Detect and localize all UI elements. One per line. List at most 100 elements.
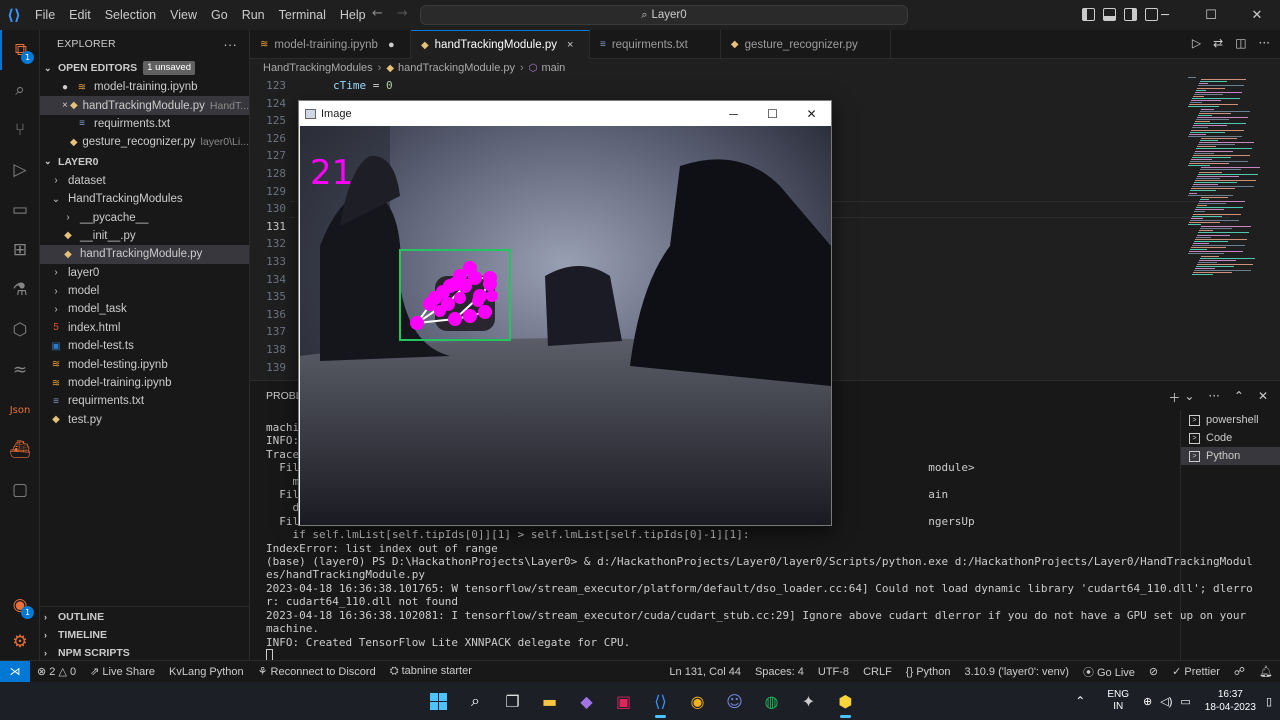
- open-editors-section[interactable]: ⌄ OPEN EDITORS 1 unsaved: [40, 58, 249, 78]
- tab-requirments-txt[interactable]: ≡ requirments.txt: [590, 30, 721, 59]
- cursor-position[interactable]: Ln 131, Col 44: [662, 666, 748, 678]
- network-icon[interactable]: ⊕: [1143, 695, 1152, 708]
- reader-app-icon[interactable]: ▣: [605, 682, 642, 720]
- json-icon[interactable]: Json: [0, 390, 40, 430]
- toggle-secondary-sidebar-icon[interactable]: [1124, 8, 1137, 21]
- more-actions-icon[interactable]: ···: [223, 37, 237, 52]
- settings-gear-icon[interactable]: ⚙: [0, 622, 40, 662]
- search-icon[interactable]: ⌕: [0, 70, 40, 110]
- tab-model-training-ipynb[interactable]: ≋ model-training.ipynb ●: [250, 30, 411, 59]
- tree-file[interactable]: 5 index.html: [40, 319, 249, 337]
- breadcrumb-file[interactable]: handTrackingModule.py: [398, 62, 515, 74]
- tree-file[interactable]: ▣ model-test.ts: [40, 337, 249, 355]
- notifications-bell-icon[interactable]: 🔔︎: [1252, 665, 1280, 678]
- tray-overflow-icon[interactable]: ⌃: [1075, 694, 1085, 708]
- end-of-line[interactable]: CRLF: [856, 666, 899, 678]
- toggle-panel-icon[interactable]: [1103, 8, 1116, 21]
- tree-folder[interactable]: › model: [40, 282, 249, 300]
- menu-terminal[interactable]: Terminal: [272, 8, 333, 22]
- comments-icon[interactable]: ▢: [0, 470, 40, 510]
- open-editor-item[interactable]: × ◆ handTrackingModule.py HandT...: [40, 96, 249, 115]
- notification-center-icon[interactable]: ▯: [1266, 695, 1272, 708]
- timeline-section[interactable]: › TIMELINE: [40, 625, 249, 645]
- terminal-instance[interactable]: > Code: [1181, 429, 1280, 447]
- tree-folder[interactable]: ⌄ HandTrackingModules: [40, 190, 249, 208]
- image-window-titlebar[interactable]: Image ─ ☐ ✕: [299, 101, 831, 126]
- close-tab-icon[interactable]: ×: [567, 39, 579, 51]
- open-editor-item[interactable]: ≡ requirments.txt: [40, 115, 249, 133]
- indentation[interactable]: Spaces: 4: [748, 666, 811, 678]
- copilot-off-icon[interactable]: ⊘: [1142, 665, 1165, 678]
- close-icon[interactable]: ✕: [1234, 0, 1280, 30]
- menu-edit[interactable]: Edit: [62, 8, 98, 22]
- feedback-icon[interactable]: ☍: [1227, 665, 1252, 678]
- maximize-icon[interactable]: ☐: [753, 101, 792, 126]
- run-python-icon[interactable]: ▷: [1192, 36, 1201, 50]
- split-editor-icon[interactable]: ◫: [1235, 36, 1246, 50]
- menu-view[interactable]: View: [163, 8, 204, 22]
- close-panel-icon[interactable]: ✕: [1258, 389, 1268, 406]
- command-center-search[interactable]: ⌕ Layer0: [420, 5, 908, 25]
- tree-file[interactable]: ≡ requirments.txt: [40, 392, 249, 410]
- remote-explorer-icon[interactable]: ▭: [0, 190, 40, 230]
- tree-folder[interactable]: › model_task: [40, 300, 249, 318]
- taskbar-search-icon[interactable]: ⌕: [457, 682, 494, 720]
- windows-start-icon[interactable]: [420, 682, 457, 720]
- tree-file[interactable]: ◆ test.py: [40, 411, 249, 429]
- discord-button[interactable]: ⚘ Reconnect to Discord: [251, 665, 383, 678]
- back-arrow-icon[interactable]: ←: [372, 6, 383, 21]
- battery-icon[interactable]: ▭: [1180, 695, 1190, 708]
- menu-file[interactable]: File: [28, 8, 62, 22]
- minimize-icon[interactable]: ─: [1142, 0, 1188, 30]
- breadcrumb-symbol[interactable]: main: [541, 62, 565, 74]
- minimap[interactable]: [1188, 77, 1270, 377]
- chevron-down-icon[interactable]: ⌄: [1184, 389, 1194, 406]
- run-debug-icon[interactable]: ▷: [0, 150, 40, 190]
- testing-icon[interactable]: ⚗: [0, 270, 40, 310]
- open-editor-item[interactable]: ◆ gesture_recognizer.py layer0\Li...: [40, 133, 249, 151]
- tab-gesture-recognizer-py[interactable]: ◆ gesture_recognizer.py: [721, 30, 891, 59]
- discord-taskbar-icon[interactable]: ☺: [716, 682, 753, 720]
- go-live-button[interactable]: ⦿ Go Live: [1076, 664, 1142, 680]
- game-app-icon[interactable]: ✦: [790, 682, 827, 720]
- extensions-icon[interactable]: ⊞: [0, 230, 40, 270]
- problems-indicator[interactable]: ⊗ 2 △ 0: [30, 665, 83, 678]
- more-actions-icon[interactable]: ···: [1208, 389, 1219, 406]
- python-interpreter[interactable]: 3.10.9 ('layer0': venv): [957, 666, 1075, 678]
- terminal-instance[interactable]: > Python: [1181, 447, 1280, 465]
- breadcrumb-folder[interactable]: HandTrackingModules: [263, 62, 373, 74]
- editor-scrollbar[interactable]: [1270, 77, 1280, 380]
- menu-help[interactable]: Help: [333, 8, 373, 22]
- prettier-button[interactable]: ✓ Prettier: [1165, 665, 1227, 678]
- language-indicator[interactable]: ENG IN: [1107, 689, 1129, 713]
- task-view-icon[interactable]: ❐: [494, 682, 531, 720]
- tabnine-button[interactable]: ⛭ tabnine starter: [383, 665, 479, 678]
- open-editor-item[interactable]: ● ≋ model-training.ipynb: [40, 78, 249, 96]
- outline-section[interactable]: › OUTLINE: [40, 607, 249, 627]
- encoding[interactable]: UTF-8: [811, 666, 856, 678]
- file-explorer-icon[interactable]: ▬: [531, 682, 568, 720]
- unsaved-dot-icon[interactable]: ●: [62, 82, 74, 93]
- docker-icon[interactable]: ⛴: [0, 430, 40, 470]
- spotify-icon[interactable]: ◍: [753, 682, 790, 720]
- tree-file[interactable]: ◆ __init__.py: [40, 227, 249, 245]
- close-icon[interactable]: ✕: [792, 101, 831, 126]
- chrome-icon[interactable]: ◉: [679, 682, 716, 720]
- tree-folder[interactable]: › layer0: [40, 264, 249, 282]
- kvlang-button[interactable]: KvLang Python: [162, 666, 251, 678]
- remote-icon[interactable]: ⋊: [0, 660, 30, 683]
- tree-file[interactable]: ≋ model-training.ipynb: [40, 374, 249, 392]
- terminal-instance[interactable]: > powershell: [1181, 411, 1280, 429]
- toggle-sidebar-icon[interactable]: [1082, 8, 1095, 21]
- tree-file[interactable]: ◆ handTrackingModule.py: [40, 245, 249, 264]
- ocean-icon[interactable]: ≈: [0, 350, 40, 390]
- forward-arrow-icon[interactable]: →: [397, 6, 408, 21]
- clock[interactable]: 16:37 18-04-2023: [1205, 688, 1256, 714]
- unsaved-dot-icon[interactable]: ●: [388, 39, 400, 51]
- menu-selection[interactable]: Selection: [98, 8, 163, 22]
- project-section[interactable]: ⌄ LAYER0: [40, 152, 249, 172]
- tree-file[interactable]: ≋ model-testing.ipynb: [40, 355, 249, 373]
- source-control-icon[interactable]: ⑂: [0, 110, 40, 150]
- more-actions-icon[interactable]: ···: [1259, 36, 1270, 50]
- maximize-icon[interactable]: ☐: [1188, 0, 1234, 30]
